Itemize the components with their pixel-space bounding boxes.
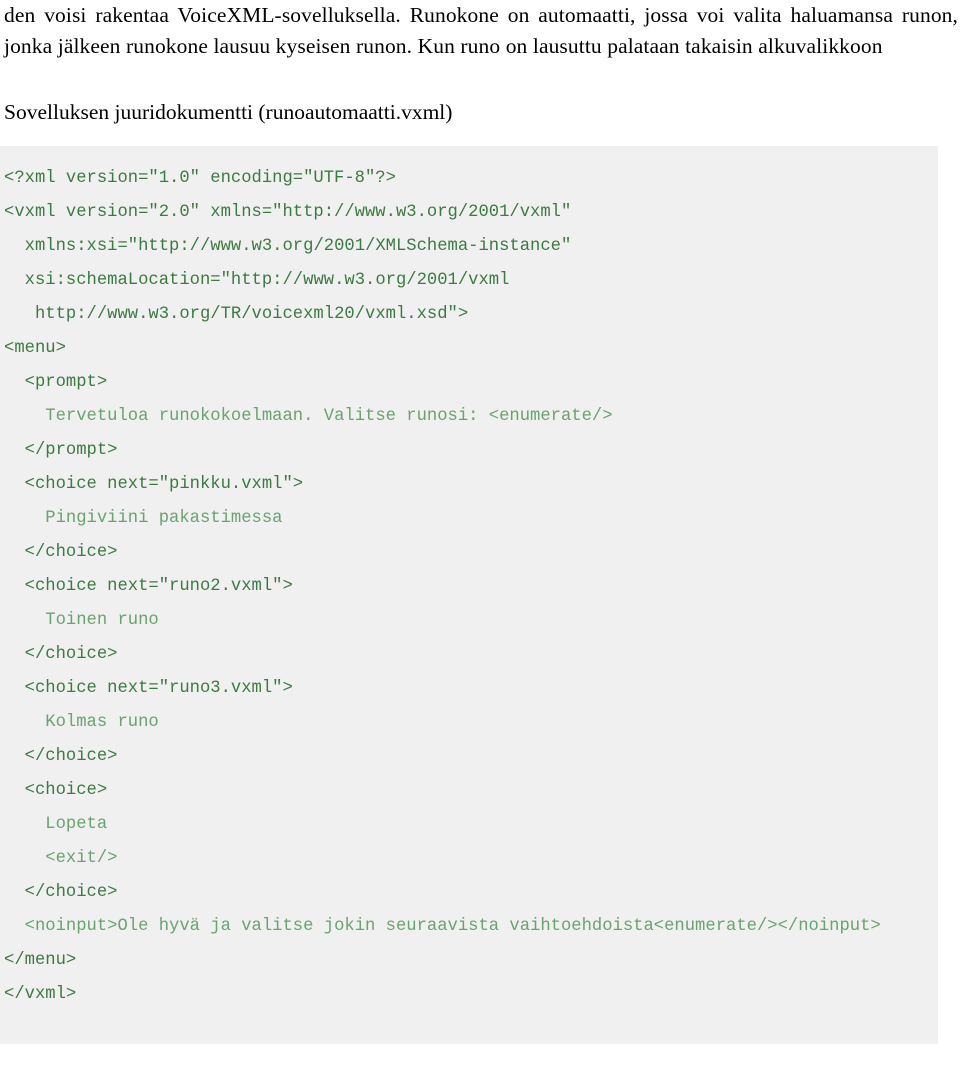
code-line: <noinput>Ole hyvä ja valitse jokin seura… — [4, 917, 881, 936]
code-line: </choice> — [4, 883, 118, 902]
code-line: Tervetuloa runokokoelmaan. Valitse runos… — [4, 407, 613, 426]
section-heading: Sovelluksen juuridokumentti (runoautomaa… — [4, 100, 453, 124]
code-line: Lopeta — [4, 815, 108, 834]
code-line: <choice next="pinkku.vxml"> — [4, 475, 304, 494]
code-line: <vxml version="2.0" xmlns="http://www.w3… — [4, 203, 572, 222]
code-line: <?xml version="1.0" encoding="UTF-8"?> — [4, 169, 396, 188]
code-line: <choice> — [4, 781, 108, 800]
code-line: <menu> — [4, 339, 66, 358]
code-block: <?xml version="1.0" encoding="UTF-8"?> <v… — [0, 146, 938, 1044]
code-line: <choice next="runo2.vxml"> — [4, 577, 293, 596]
code-line: </choice> — [4, 747, 118, 766]
code-line: Pingiviini pakastimessa — [4, 509, 283, 528]
code-listing: <?xml version="1.0" encoding="UTF-8"?> <v… — [0, 162, 938, 1012]
code-line: Kolmas runo — [4, 713, 159, 732]
code-line: <exit/> — [4, 849, 118, 868]
code-line: <choice next="runo3.vxml"> — [4, 679, 293, 698]
code-line: </choice> — [4, 645, 118, 664]
code-line: </vxml> — [4, 985, 77, 1004]
code-line: </prompt> — [4, 441, 118, 460]
code-line: Toinen runo — [4, 611, 159, 630]
code-line: </menu> — [4, 951, 77, 970]
code-line: http://www.w3.org/TR/voicexml20/vxml.xsd… — [4, 305, 469, 324]
prose-section: den voisi rakentaa VoiceXML-sovelluksell… — [0, 0, 960, 127]
code-line: <prompt> — [4, 373, 108, 392]
code-line: xmlns:xsi="http://www.w3.org/2001/XMLSch… — [4, 237, 572, 256]
intro-paragraph: den voisi rakentaa VoiceXML-sovelluksell… — [4, 3, 958, 58]
code-line: xsi:schemaLocation="http://www.w3.org/20… — [4, 271, 510, 290]
document-page: den voisi rakentaa VoiceXML-sovelluksell… — [0, 0, 960, 1044]
code-line: </choice> — [4, 543, 118, 562]
